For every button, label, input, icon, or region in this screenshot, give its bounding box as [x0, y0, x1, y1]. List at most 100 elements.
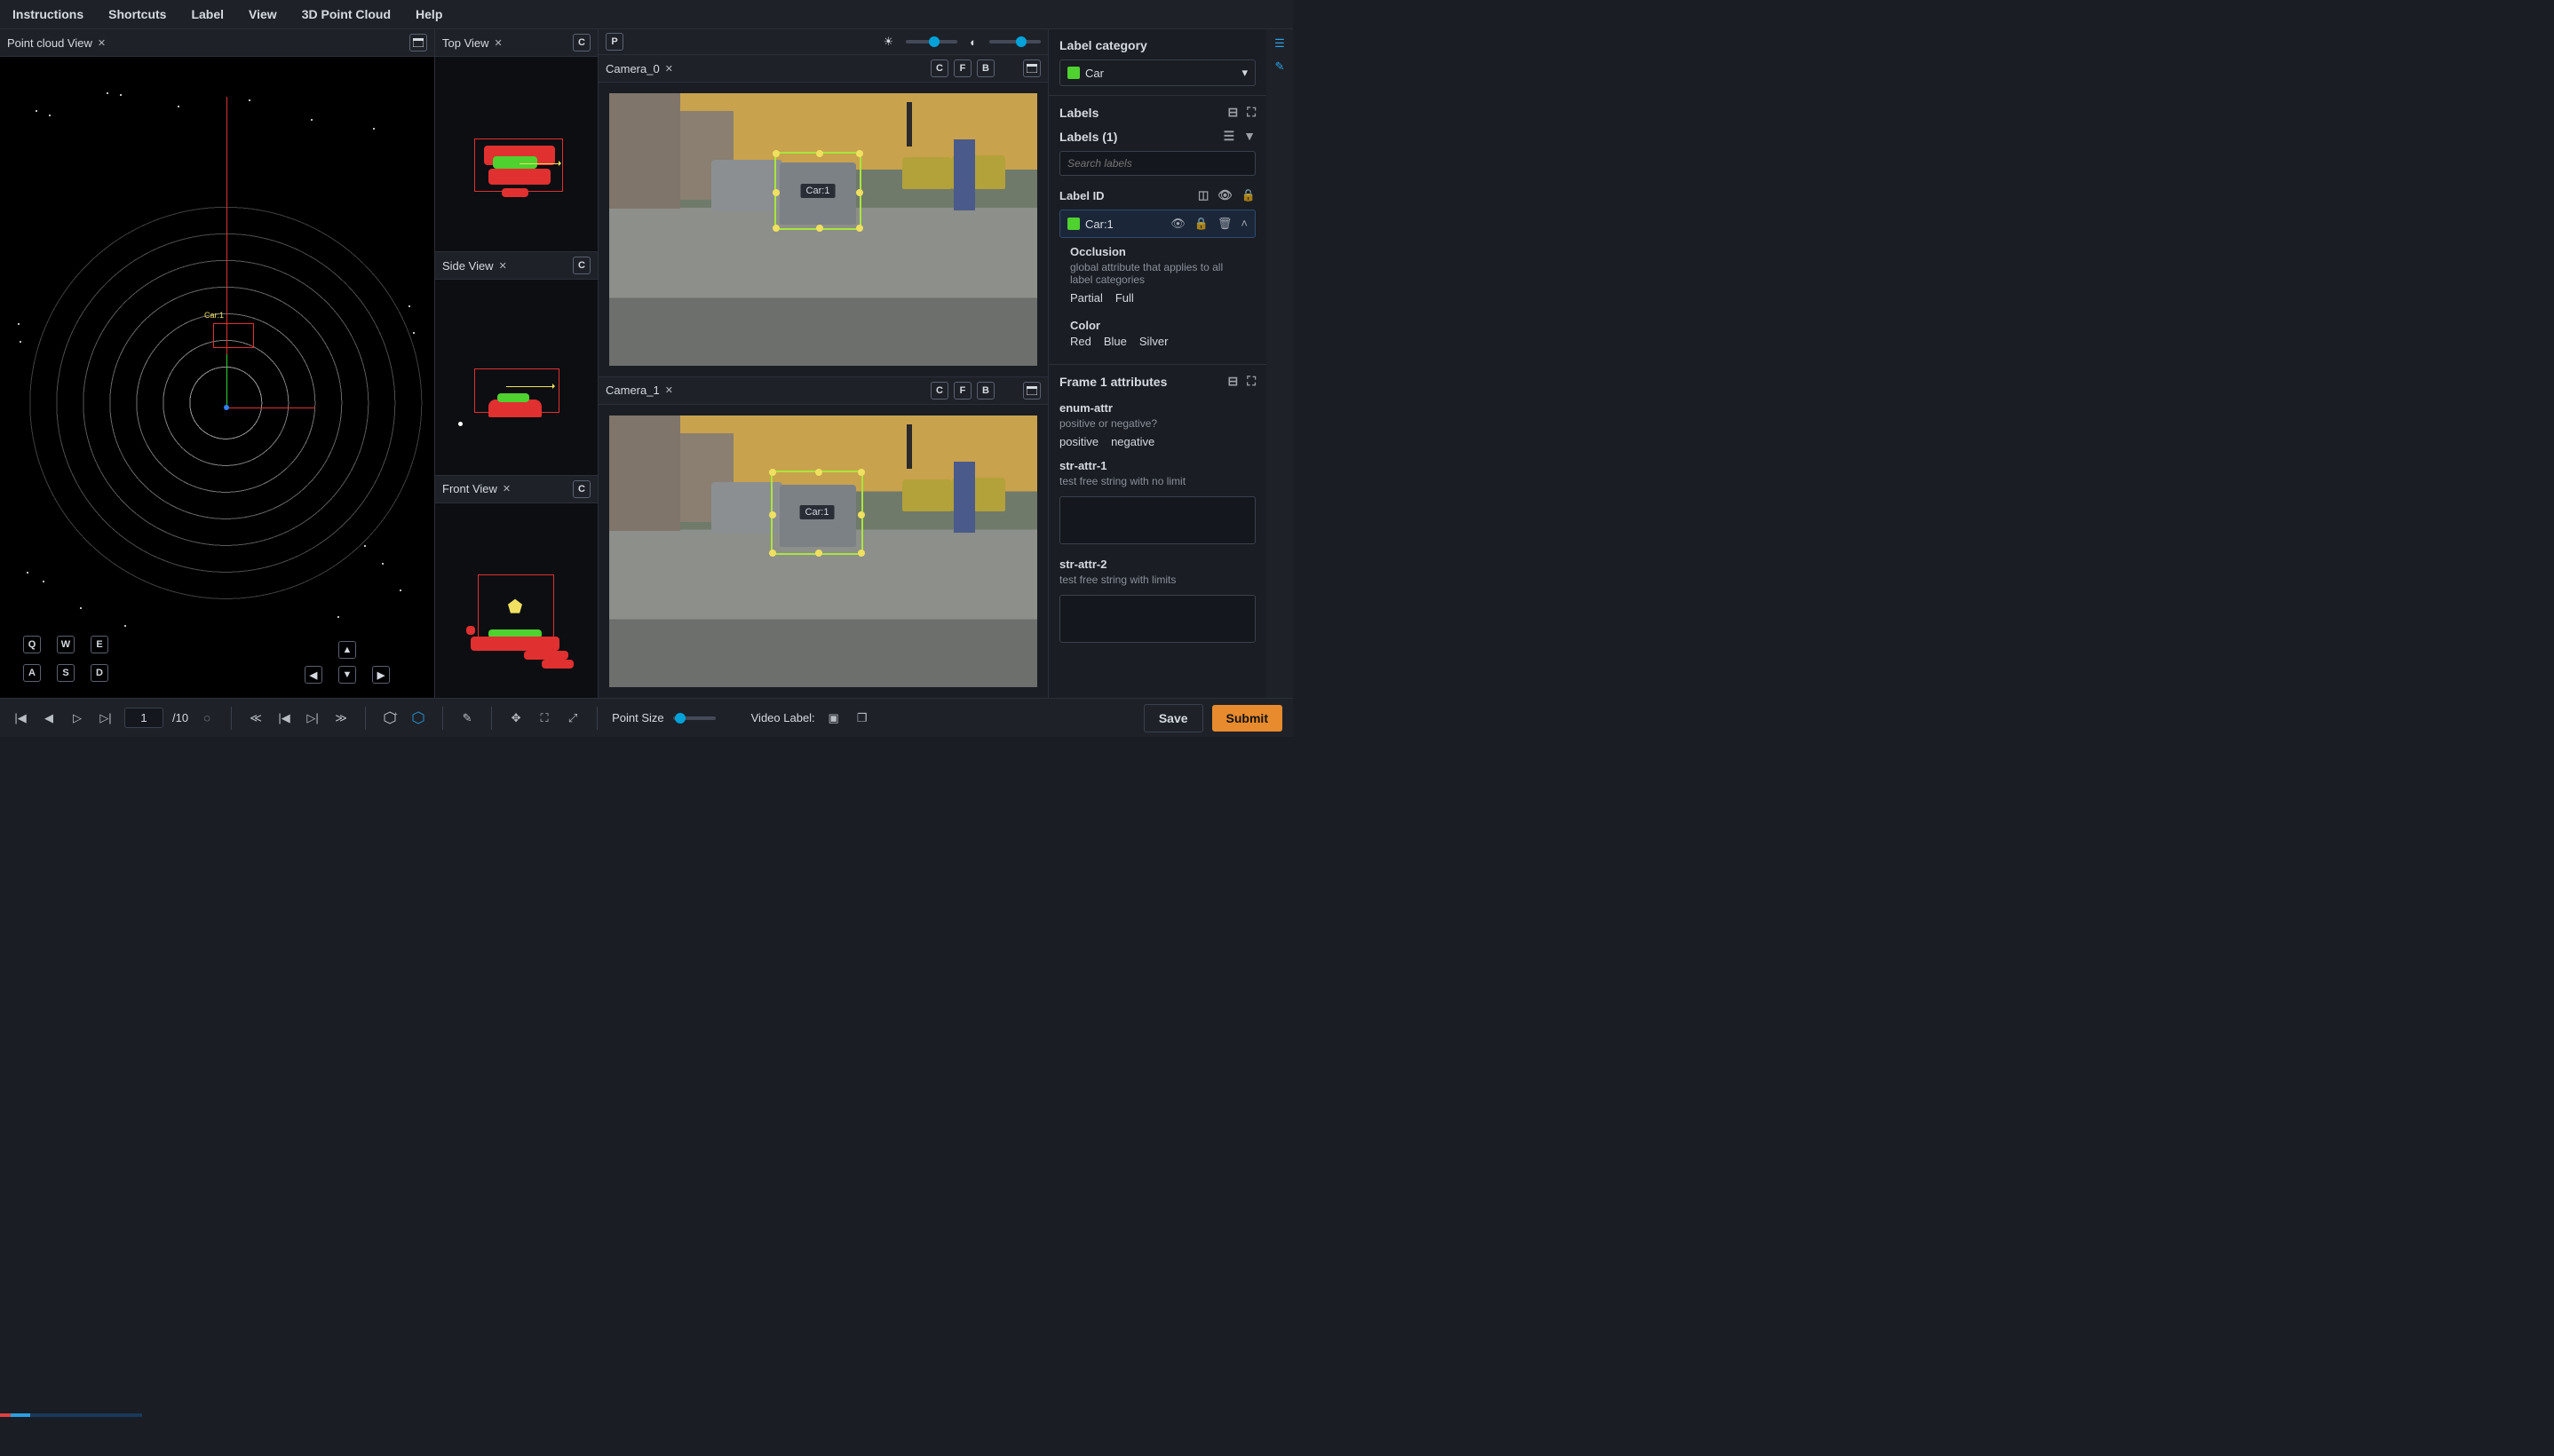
- maximize-icon[interactable]: [1023, 382, 1041, 400]
- collapse-icon[interactable]: ⊟: [1227, 374, 1238, 389]
- camera1-bbox[interactable]: Car:1: [771, 471, 863, 555]
- expand-icon[interactable]: ⛶: [1247, 105, 1256, 120]
- label-row-car1[interactable]: Car:1 👁 🔒 🗑 ˄: [1059, 210, 1256, 238]
- edit-tool-icon[interactable]: ✎: [457, 708, 477, 728]
- rewind-button[interactable]: ≪: [246, 708, 266, 728]
- label-id-header: Label ID: [1059, 189, 1105, 202]
- frame-input[interactable]: [124, 708, 163, 728]
- crop-tool-icon[interactable]: ⛶: [535, 708, 554, 728]
- center-button[interactable]: C: [573, 34, 591, 51]
- cube-add-icon[interactable]: +: [380, 708, 400, 728]
- projection-button[interactable]: P: [606, 33, 623, 51]
- close-icon[interactable]: ✕: [503, 483, 511, 495]
- lock-icon[interactable]: 🔒: [1194, 217, 1209, 231]
- menu-help[interactable]: Help: [416, 7, 442, 21]
- visibility-icon[interactable]: 👁: [1218, 188, 1233, 202]
- search-labels-input[interactable]: [1059, 151, 1256, 176]
- menu-shortcuts[interactable]: Shortcuts: [108, 7, 166, 21]
- occlusion-partial[interactable]: Partial: [1070, 291, 1103, 305]
- pointcloud-viewport[interactable]: Car:1 Q W E A S D ▲ ◀ ▼ ▶: [0, 57, 434, 698]
- key-up[interactable]: ▲: [338, 641, 356, 659]
- top-view-panel: Top View✕ C: [435, 29, 598, 252]
- key-w[interactable]: W: [57, 636, 75, 653]
- center-button[interactable]: C: [573, 480, 591, 498]
- key-left[interactable]: ◀: [305, 666, 322, 684]
- filter-icon[interactable]: ▼: [1243, 129, 1256, 144]
- camera-toolbar: P ☀ ◐: [599, 29, 1048, 55]
- sort-icon[interactable]: ☰: [1224, 129, 1235, 144]
- point-size-slider[interactable]: [673, 716, 716, 720]
- maximize-icon[interactable]: [409, 34, 427, 51]
- camera0-bbox[interactable]: Car:1: [774, 152, 861, 230]
- key-e[interactable]: E: [91, 636, 108, 653]
- f-button[interactable]: F: [954, 382, 972, 400]
- timeline-progress[interactable]: [0, 1413, 142, 1417]
- save-button[interactable]: Save: [1144, 704, 1203, 732]
- color-blue[interactable]: Blue: [1104, 335, 1127, 348]
- tag-icon[interactable]: ◫: [1198, 188, 1209, 202]
- video-label-mode2-icon[interactable]: ❐: [853, 708, 872, 728]
- video-label-mode1-icon[interactable]: ▣: [824, 708, 844, 728]
- color-red[interactable]: Red: [1070, 335, 1091, 348]
- close-icon[interactable]: ✕: [665, 63, 673, 75]
- visibility-icon[interactable]: 👁: [1170, 217, 1186, 231]
- camera0-viewport[interactable]: Car:1: [609, 93, 1037, 366]
- menu-label[interactable]: Label: [191, 7, 224, 21]
- key-a[interactable]: A: [23, 664, 41, 682]
- first-frame-button[interactable]: |◀: [11, 708, 30, 728]
- b-button[interactable]: B: [977, 59, 995, 77]
- maximize-icon[interactable]: [1023, 59, 1041, 77]
- camera1-viewport[interactable]: Car:1: [609, 415, 1037, 688]
- next-frame-button[interactable]: ▷|: [96, 708, 115, 728]
- expand-icon[interactable]: ⛶: [1247, 374, 1256, 389]
- close-icon[interactable]: ✕: [665, 384, 673, 396]
- brightness-slider[interactable]: [906, 40, 957, 44]
- b-button[interactable]: B: [977, 382, 995, 400]
- label-category-dropdown[interactable]: Car ▾: [1059, 59, 1256, 86]
- c-button[interactable]: C: [931, 59, 948, 77]
- close-icon[interactable]: ✕: [499, 260, 507, 272]
- step-back-button[interactable]: |◀: [274, 708, 294, 728]
- lock-icon[interactable]: 🔒: [1241, 188, 1256, 202]
- submit-button[interactable]: Submit: [1212, 705, 1282, 732]
- close-icon[interactable]: ✕: [98, 37, 106, 49]
- contrast-icon: ◐: [970, 36, 977, 49]
- front-view-viewport[interactable]: [435, 503, 598, 698]
- chevron-up-icon[interactable]: ˄: [1241, 217, 1248, 231]
- camera0-panel: Camera_0✕ C F B: [599, 55, 1048, 377]
- move-tool-icon[interactable]: ✥: [506, 708, 526, 728]
- str2-textarea[interactable]: [1059, 595, 1256, 643]
- color-silver[interactable]: Silver: [1139, 335, 1169, 348]
- contrast-slider[interactable]: [989, 40, 1041, 44]
- edit-icon[interactable]: ✎: [1275, 59, 1285, 74]
- delete-icon[interactable]: 🗑: [1218, 217, 1233, 231]
- key-down[interactable]: ▼: [338, 666, 356, 684]
- play-button[interactable]: ▷: [67, 708, 87, 728]
- fullscreen-icon[interactable]: ⤢: [563, 708, 583, 728]
- c-button[interactable]: C: [931, 382, 948, 400]
- prev-frame-button[interactable]: ◀: [39, 708, 59, 728]
- occlusion-full[interactable]: Full: [1115, 291, 1134, 305]
- key-d[interactable]: D: [91, 664, 108, 682]
- center-button[interactable]: C: [573, 257, 591, 274]
- cube-select-icon[interactable]: [408, 708, 428, 728]
- enum-positive[interactable]: positive: [1059, 435, 1099, 448]
- close-icon[interactable]: ✕: [495, 37, 503, 49]
- key-q[interactable]: Q: [23, 636, 41, 653]
- menu-instructions[interactable]: Instructions: [12, 7, 83, 21]
- enum-negative[interactable]: negative: [1111, 435, 1154, 448]
- menu-view[interactable]: View: [249, 7, 277, 21]
- menu-3d-point-cloud[interactable]: 3D Point Cloud: [302, 7, 391, 21]
- f-button[interactable]: F: [954, 59, 972, 77]
- collapse-icon[interactable]: ⊟: [1227, 105, 1238, 120]
- str1-textarea[interactable]: [1059, 496, 1256, 544]
- step-fwd-button[interactable]: ▷|: [303, 708, 322, 728]
- key-s[interactable]: S: [57, 664, 75, 682]
- key-right[interactable]: ▶: [372, 666, 390, 684]
- str1-title: str-attr-1: [1059, 459, 1256, 472]
- top-view-viewport[interactable]: [435, 57, 598, 251]
- pointcloud-bbox[interactable]: [213, 323, 254, 348]
- fast-fwd-button[interactable]: ≫: [331, 708, 351, 728]
- list-icon[interactable]: ☰: [1274, 36, 1285, 51]
- side-view-viewport[interactable]: [435, 280, 598, 474]
